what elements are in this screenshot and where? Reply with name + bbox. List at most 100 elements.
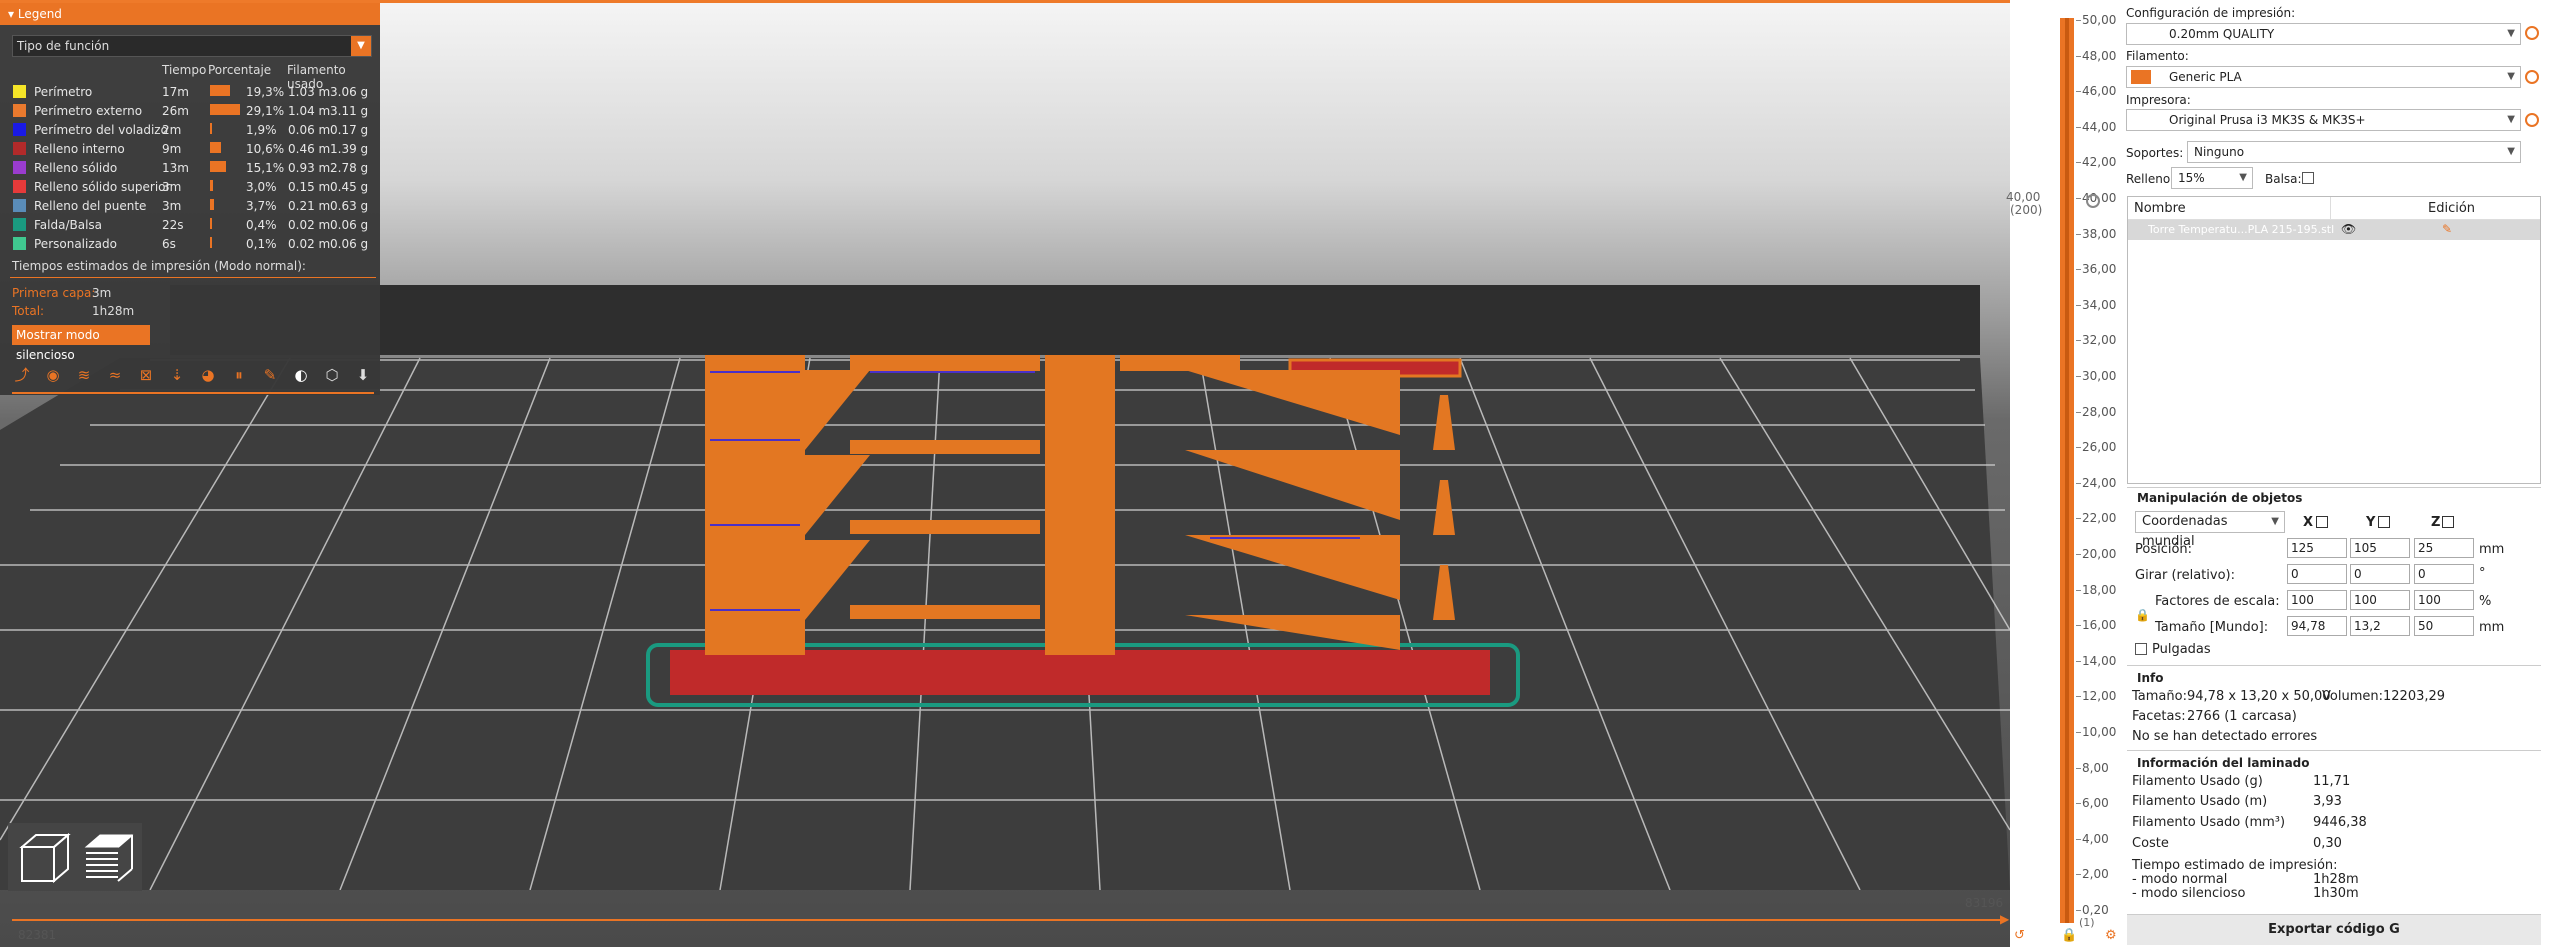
shells-icon[interactable]: ⬡ (320, 363, 344, 387)
printer-gear-icon[interactable] (2525, 113, 2539, 127)
size-unit: mm (2479, 620, 2505, 635)
divider (2127, 487, 2541, 488)
legend-row[interactable]: Perímetro externo 26m 29,1% 1.04 m 3.11 g (0, 102, 380, 121)
filament-select[interactable]: Generic PLA ▼ (2126, 66, 2521, 88)
chevron-down-icon: ▼ (2271, 516, 2279, 527)
wipe-icon[interactable]: ◉ (41, 363, 65, 387)
seams-icon[interactable]: ⊠ (134, 363, 158, 387)
legend-color-swatch (13, 199, 26, 212)
layer-tick-mark (2076, 660, 2081, 662)
layer-slider-track[interactable] (2060, 18, 2074, 923)
filament-gear-icon[interactable] (2525, 70, 2539, 84)
chevron-down-icon[interactable]: ▼ (351, 36, 371, 56)
scale-x-input[interactable]: 100 (2287, 590, 2347, 610)
3d-view-icon[interactable] (14, 829, 72, 887)
drop-to-bed-x-icon[interactable] (2316, 516, 2328, 528)
coords-select[interactable]: Coordenadas mundial ▼ (2135, 511, 2285, 549)
lock-icon[interactable]: 🔒 (2061, 928, 2077, 943)
feature-type-value: Tipo de función (17, 39, 110, 53)
legend-row[interactable]: Perímetro del voladizo 2m 1,9% 0.06 m 0.17 g (0, 121, 380, 140)
layer-tick-mark (2076, 767, 2081, 769)
tool-changes-icon[interactable]: ⇣ (165, 363, 189, 387)
show-silent-mode-button[interactable]: Mostrar modo silencioso (12, 325, 150, 362)
h-slider-right-arrow[interactable]: ▶ (2000, 912, 2009, 926)
legend-row[interactable]: Relleno sólido 13m 15,1% 0.93 m 2.78 g (0, 159, 380, 178)
slice-title: Información del laminado (2137, 756, 2310, 770)
legend-meters: 0.21 m (288, 199, 331, 213)
slice-row-value: 11,71 (2313, 774, 2351, 789)
print-config-gear-icon[interactable] (2525, 26, 2539, 40)
legend-header[interactable]: ▾ Legend (0, 3, 380, 25)
rotate-z-input[interactable]: 0 (2414, 564, 2474, 584)
inches-checkbox[interactable] (2135, 643, 2147, 655)
legend-row[interactable]: Perímetro 17m 19,3% 1.03 m 3.06 g (0, 83, 380, 102)
horizontal-slider-track[interactable] (12, 919, 2002, 921)
gcode-preview-viewport[interactable]: ▾ Legend Tipo de función ▼ Tiempo Porcen… (0, 0, 2010, 947)
rotate-y-input[interactable]: 0 (2350, 564, 2410, 584)
color-changes-icon[interactable]: ◕ (196, 363, 220, 387)
vertical-layer-slider[interactable]: 50,00 48,00 46,00 44,00 42,00 40,00 38,00 36,00… (2006, 10, 2130, 943)
scale-y-input[interactable]: 100 (2350, 590, 2410, 610)
layer-tick-label: 26,00 (2082, 440, 2117, 455)
deretractions-icon[interactable]: ≈ (103, 363, 127, 387)
legend-row[interactable]: Relleno interno 9m 10,6% 0.46 m 1.39 g (0, 140, 380, 159)
legend-feature-name: Personalizado (34, 237, 117, 251)
supports-select[interactable]: Ninguno ▼ (2187, 141, 2521, 163)
edit-icon[interactable]: ✎ (2442, 222, 2452, 236)
layer-tick-mark (2076, 340, 2081, 342)
center-of-gravity-icon[interactable]: ◐ (289, 363, 313, 387)
travel-icon[interactable]: ⤴ (10, 363, 34, 387)
position-x-input[interactable]: 125 (2287, 538, 2347, 558)
eye-icon[interactable]: 👁 (2341, 222, 2356, 236)
object-list[interactable]: Nombre Edición Torre Temperatu...PLA 215… (2127, 196, 2541, 484)
legend-row[interactable]: Personalizado 6s 0,1% 0.02 m 0.06 g (0, 235, 380, 254)
layer-tick-mark (2076, 518, 2081, 520)
layer-tick-label: 44,00 (2082, 119, 2117, 134)
layer-tick-mark (2076, 589, 2081, 591)
size-y-input[interactable]: 13,2 (2350, 616, 2410, 636)
position-z-input[interactable]: 25 (2414, 538, 2474, 558)
feature-type-dropdown[interactable]: Tipo de función ▼ (12, 35, 372, 57)
infill-select[interactable]: 15% ▼ (2171, 167, 2253, 189)
rotate-x-input[interactable]: 0 (2287, 564, 2347, 584)
legend-feature-name: Perímetro del voladizo (34, 123, 168, 137)
layer-tick-mark (2076, 233, 2081, 235)
preview-layers-icon[interactable] (78, 829, 136, 887)
layer-tick-mark (2076, 55, 2081, 57)
layer-tick-label: 18,00 (2082, 582, 2117, 597)
printer-select[interactable]: Original Prusa i3 MK3S & MK3S+ ▼ (2126, 109, 2521, 131)
scale-lock-icon[interactable]: 🔒 (2135, 608, 2150, 622)
retractions-icon[interactable]: ≋ (72, 363, 96, 387)
object-row[interactable]: Torre Temperatu...PLA 215-195.stl 👁 ✎ (2128, 220, 2540, 240)
custom-gcodes-icon[interactable]: ✎ (258, 363, 282, 387)
print-config-label: Configuración de impresión: (2126, 6, 2296, 20)
size-z-input[interactable]: 50 (2414, 616, 2474, 636)
layer-tick-label: 30,00 (2082, 369, 2117, 383)
legend-color-swatch (13, 237, 26, 250)
size-x-input[interactable]: 94,78 (2287, 616, 2347, 636)
filament-label: Filamento: (2126, 49, 2189, 63)
legend-percent-bar (210, 199, 214, 210)
legend-row[interactable]: Falda/Balsa 22s 0,4% 0.02 m 0.06 g (0, 216, 380, 235)
cog-icon[interactable] (2086, 194, 2100, 208)
undo-arrow-icon[interactable]: ↺ (2014, 928, 2025, 943)
legend-row[interactable]: Relleno sólido superior 3m 3,0% 0.15 m 0.45 … (0, 178, 380, 197)
brim-checkbox[interactable] (2302, 172, 2314, 184)
info-errors: No se han detectado errores (2132, 729, 2318, 744)
position-y-input[interactable]: 105 (2350, 538, 2410, 558)
pause-prints-icon[interactable]: ⏸ (227, 363, 251, 387)
legend-grams: 0.63 g (330, 199, 369, 213)
slice-row-label: Coste (2132, 836, 2169, 851)
legend-row[interactable]: Relleno del puente 3m 3,7% 0.21 m 0.63 g (0, 197, 380, 216)
drop-to-bed-z-icon[interactable] (2442, 516, 2454, 528)
printer-value: Original Prusa i3 MK3S & MK3S+ (2169, 113, 2366, 127)
settings-icon[interactable]: ⚙ (2105, 928, 2117, 943)
horizontal-move-slider[interactable] (12, 916, 2002, 924)
scale-z-input[interactable]: 100 (2414, 590, 2474, 610)
export-gcode-button[interactable]: Exportar código G (2127, 914, 2541, 945)
legend-percent-bar (210, 218, 212, 229)
tool-marker-icon[interactable]: ⬇ (351, 363, 375, 387)
legend-panel[interactable]: ▾ Legend Tipo de función ▼ Tiempo Porcen… (0, 3, 380, 395)
print-config-select[interactable]: 0.20mm QUALITY ▼ (2126, 23, 2521, 45)
drop-to-bed-y-icon[interactable] (2378, 516, 2390, 528)
